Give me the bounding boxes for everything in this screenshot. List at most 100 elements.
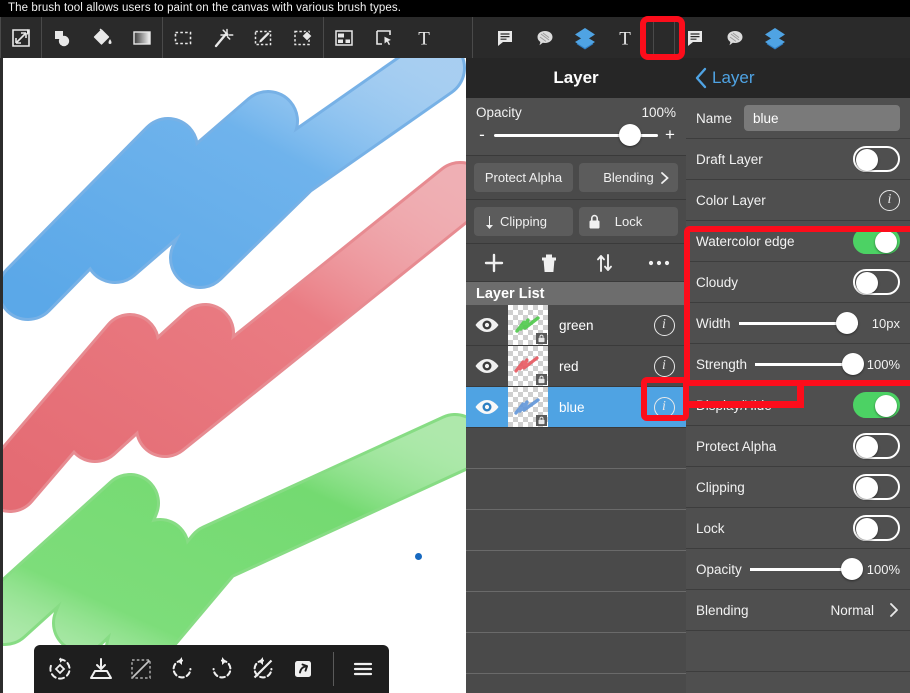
text-tool[interactable]: T — [404, 17, 444, 58]
clipping-button[interactable]: Clipping — [474, 207, 573, 236]
svg-text:T: T — [418, 28, 430, 49]
protect-alpha-toggle[interactable] — [853, 433, 900, 459]
layer-opacity-value: 100% — [641, 105, 676, 120]
list-item[interactable] — [466, 469, 686, 510]
brush-settings-button[interactable] — [675, 17, 715, 58]
reorder-layer-button[interactable] — [582, 252, 626, 274]
blending-button[interactable]: Blending — [579, 163, 678, 192]
watercolor-edge-toggle[interactable] — [853, 228, 900, 254]
toggle-knob — [856, 272, 878, 294]
toolbar-group-panels: T — [485, 17, 645, 58]
disable-stabilizer-button[interactable] — [243, 647, 284, 691]
list-item[interactable] — [466, 633, 686, 674]
trash-icon — [541, 254, 556, 272]
clipping-arrow-icon — [486, 215, 493, 229]
brush-panel-button[interactable] — [485, 17, 525, 58]
share-button[interactable] — [283, 647, 324, 691]
redo-button[interactable] — [202, 647, 243, 691]
strength-label: Strength — [696, 356, 748, 372]
layer-opacity-section: Opacity 100% - + — [466, 98, 686, 156]
layer-info-button[interactable]: i — [642, 314, 686, 336]
opacity-decrease-button[interactable]: - — [476, 126, 488, 143]
eye-icon — [475, 318, 499, 332]
lock-toggle[interactable] — [853, 515, 900, 541]
selection-clear-button[interactable] — [121, 647, 162, 691]
more-options-button[interactable] — [637, 258, 681, 268]
palette-button[interactable] — [715, 17, 755, 58]
clipping-label: Clipping — [500, 214, 547, 229]
delete-layer-button[interactable] — [527, 252, 571, 274]
marquee-select-icon — [174, 31, 192, 44]
slider-knob[interactable] — [836, 312, 859, 334]
layer-visibility-toggle[interactable] — [466, 357, 508, 375]
table-row[interactable]: blue i — [466, 387, 686, 428]
object-select-tool[interactable] — [364, 17, 404, 58]
table-row[interactable]: green i — [466, 305, 686, 346]
layer-info-button[interactable]: i — [642, 355, 686, 377]
canvas-layout-tool[interactable] — [324, 17, 364, 58]
layer-visibility-toggle[interactable] — [466, 398, 508, 416]
info-icon: i — [653, 314, 675, 336]
strength-slider[interactable] — [755, 353, 864, 375]
empty-row — [686, 631, 910, 672]
layer-mode-buttons-row-1: Protect Alpha Blending — [466, 156, 686, 200]
cloudy-toggle[interactable] — [853, 269, 900, 295]
lock-button[interactable]: Lock — [579, 207, 678, 236]
cursor-dot — [415, 553, 422, 560]
drawing-canvas[interactable] — [0, 58, 466, 693]
layer-info-button[interactable]: i — [642, 396, 686, 418]
list-item[interactable] — [466, 510, 686, 551]
clipping-row: Clipping — [686, 467, 910, 508]
table-row[interactable]: red i — [466, 346, 686, 387]
protect-alpha-button[interactable]: Protect Alpha — [474, 163, 573, 192]
lock-label: Lock — [696, 520, 725, 536]
list-item[interactable] — [466, 592, 686, 633]
select-eraser-tool[interactable] — [283, 17, 323, 58]
save-button[interactable] — [81, 647, 122, 691]
list-item[interactable] — [466, 551, 686, 592]
color-layer-info-icon[interactable]: i — [879, 189, 900, 211]
slider-knob[interactable] — [841, 353, 864, 375]
clipping-toggle[interactable] — [853, 474, 900, 500]
lock-small-icon — [538, 375, 545, 384]
property-panel-header[interactable]: Layer — [686, 58, 910, 98]
toggle-knob — [856, 149, 878, 171]
width-slider[interactable] — [738, 312, 859, 334]
list-item[interactable] — [466, 674, 686, 693]
select-pen-tool[interactable] — [243, 17, 283, 58]
opacity-increase-button[interactable]: + — [664, 126, 676, 143]
layer-panel-button[interactable] — [565, 17, 605, 58]
layer-visibility-toggle[interactable] — [466, 316, 508, 334]
layer-type-badge — [536, 333, 547, 344]
add-layer-button[interactable] — [472, 252, 516, 274]
text-panel-button[interactable]: T — [605, 17, 645, 58]
select-rect-tool[interactable] — [163, 17, 203, 58]
shape-tool[interactable] — [42, 17, 82, 58]
color-layer-row: Color Layer i — [686, 180, 910, 221]
layers-diamond-icon — [765, 27, 785, 49]
draft-layer-toggle[interactable] — [853, 146, 900, 172]
rotate-canvas-button[interactable] — [40, 647, 81, 691]
gradient-tool[interactable] — [122, 17, 162, 58]
layer-thumbnail — [508, 305, 548, 345]
layer-opacity-slider[interactable] — [494, 124, 658, 146]
shapes-icon — [55, 30, 70, 46]
layer-name-input[interactable]: blue — [744, 105, 900, 131]
color-panel-button[interactable] — [525, 17, 565, 58]
blending-row[interactable]: Blending Normal — [686, 590, 910, 631]
magic-wand-tool[interactable] — [203, 17, 243, 58]
display-hide-toggle[interactable] — [853, 392, 900, 418]
opacity-slider[interactable] — [749, 558, 863, 580]
bucket-fill-tool[interactable] — [82, 17, 122, 58]
brush-list-icon — [498, 30, 512, 46]
info-icon: i — [653, 396, 675, 418]
layer-settings-button[interactable] — [755, 17, 795, 58]
undo-button[interactable] — [162, 647, 203, 691]
menu-button[interactable] — [342, 647, 383, 691]
chevron-left-icon[interactable] — [694, 67, 708, 89]
slider-knob[interactable] — [618, 124, 641, 146]
list-item[interactable] — [466, 428, 686, 469]
transform-tool[interactable] — [1, 17, 41, 58]
slider-knob[interactable] — [840, 558, 863, 580]
